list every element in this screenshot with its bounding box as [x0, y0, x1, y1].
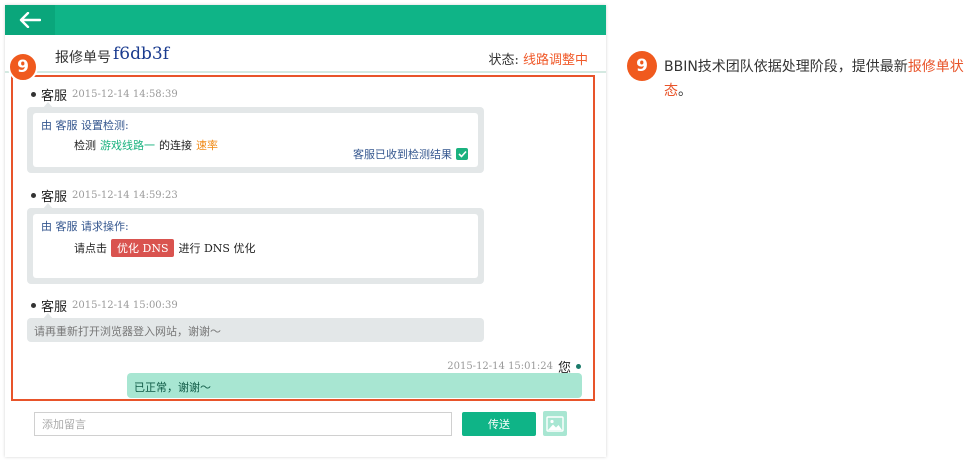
status-label: 状态:	[488, 53, 519, 68]
ticket-header: 报修单号 f6db3f 状态: 线路调整中	[5, 43, 606, 71]
top-bar	[5, 5, 606, 35]
status-value: 线路调整中	[522, 53, 588, 68]
annotation-note: BBIN技术团队依据处理阶段，提供最新报修单状态。	[664, 55, 980, 103]
step-badge: 9	[8, 52, 38, 82]
back-arrow-icon	[19, 12, 41, 28]
ticket-number-label: 报修单号	[55, 50, 111, 66]
highlight-frame	[11, 75, 595, 401]
note-text: 。	[678, 83, 692, 99]
back-button[interactable]	[5, 5, 55, 35]
image-icon	[546, 415, 564, 432]
ticket-id: f6db3f	[113, 44, 169, 64]
ticket-status: 状态: 线路调整中	[488, 49, 588, 68]
message-input[interactable]	[35, 413, 451, 436]
image-upload-button[interactable]	[543, 411, 567, 436]
send-button[interactable]: 传送	[462, 412, 536, 436]
step-badge: 9	[627, 51, 657, 81]
message-input-box	[34, 412, 452, 436]
header-divider	[5, 71, 606, 73]
note-text: BBIN技术团队依据处理阶段，提供最新	[664, 59, 908, 75]
